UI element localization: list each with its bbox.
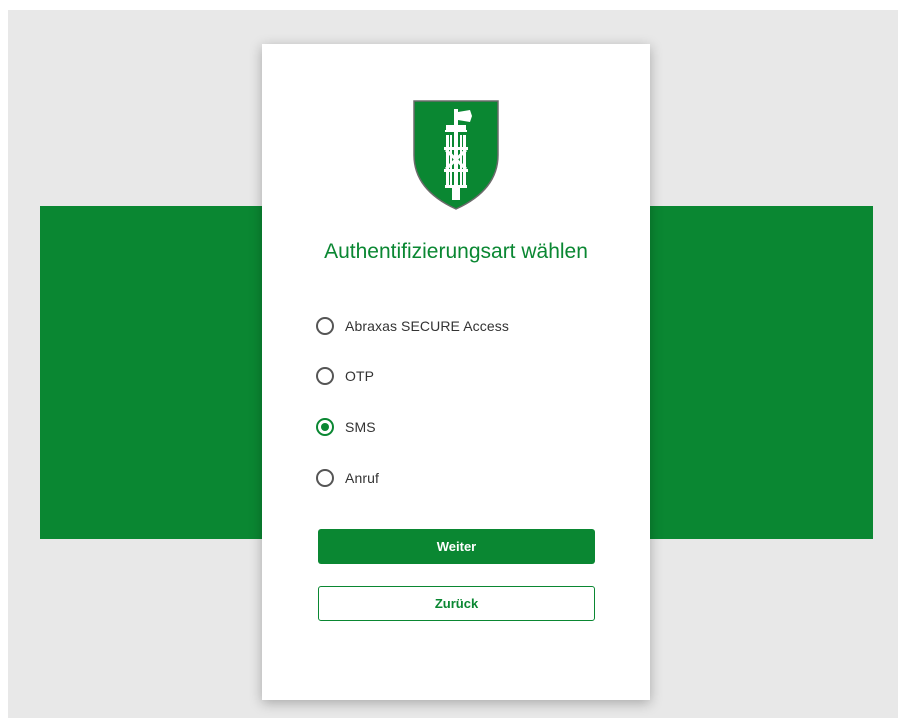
continue-button[interactable]: Weiter [318,529,595,564]
back-button[interactable]: Zurück [318,586,595,621]
page-title: Authentifizierungsart wählen [324,240,588,263]
auth-card: Authentifizierungsart wählen Abraxas SEC… [262,44,650,700]
radio-button[interactable] [316,418,334,436]
option-label: Abraxas SECURE Access [345,318,509,334]
option-abraxas-secure-access[interactable]: Abraxas SECURE Access [316,314,509,338]
radio-button[interactable] [316,317,334,335]
option-sms[interactable]: SMS [316,415,376,439]
option-otp[interactable]: OTP [316,364,374,388]
option-label: SMS [345,419,376,435]
radio-button[interactable] [316,367,334,385]
option-anruf[interactable]: Anruf [316,466,379,490]
option-label: Anruf [345,470,379,486]
st-gallen-crest-icon [413,100,499,210]
option-label: OTP [345,368,375,384]
radio-button[interactable] [316,469,334,487]
